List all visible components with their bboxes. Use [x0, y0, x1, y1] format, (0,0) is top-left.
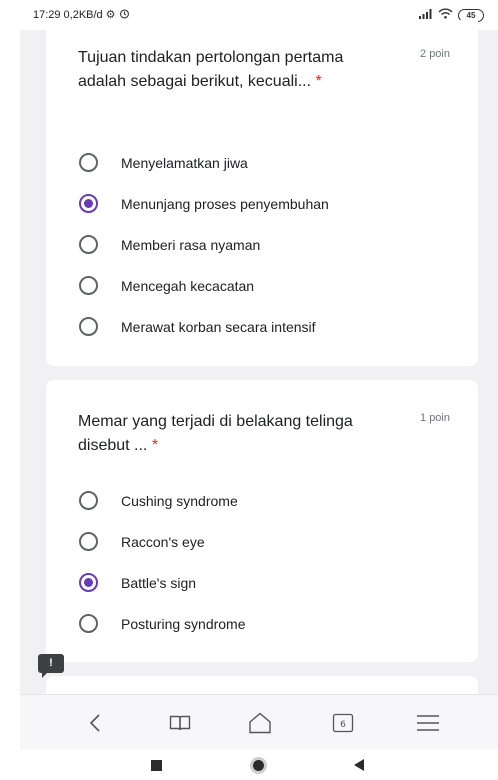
- question-card: Tujuan tindakan pertolongan pertama adal…: [46, 20, 478, 366]
- options-group: Menyelamatkan jiwa Menunjang proses peny…: [79, 142, 329, 347]
- option-label: Battle's sign: [121, 574, 197, 591]
- option-item[interactable]: Mencegah kecacatan: [79, 265, 329, 306]
- radio-button[interactable]: [79, 235, 98, 254]
- radio-button[interactable]: [79, 317, 98, 336]
- option-label: Mencegah kecacatan: [121, 277, 255, 294]
- hotspot-icon: ⚙: [105, 8, 116, 21]
- home-icon[interactable]: [245, 710, 275, 736]
- browser-nav-bar: 6: [20, 694, 498, 750]
- recents-icon[interactable]: [151, 760, 162, 771]
- tab-count: 6: [340, 720, 346, 730]
- option-item[interactable]: Battle's sign: [79, 562, 246, 603]
- question-title: Tujuan tindakan pertolongan pertama adal…: [78, 49, 344, 90]
- system-back-icon[interactable]: [354, 759, 364, 771]
- option-item[interactable]: Memberi rasa nyaman: [79, 224, 329, 265]
- option-label: Raccon's eye: [121, 533, 205, 550]
- bookmarks-icon[interactable]: [165, 710, 195, 736]
- browser-window: 17:29 0,2KB/d ⚙ 45 Tujuan tindakan perto…: [20, 0, 498, 780]
- option-item[interactable]: Cushing syndrome: [79, 480, 246, 521]
- option-label: Merawat korban secara intensif: [121, 318, 316, 335]
- tabs-icon[interactable]: 6: [328, 710, 358, 736]
- radio-button[interactable]: [79, 491, 98, 510]
- required-mark: *: [151, 437, 159, 454]
- radio-button[interactable]: [79, 614, 98, 633]
- option-label: Menunjang proses penyembuhan: [121, 195, 329, 212]
- question-points: 1 poin: [420, 412, 450, 424]
- radio-button-checked[interactable]: [79, 194, 98, 213]
- question-points: 2 poin: [420, 48, 450, 60]
- option-label: Menyelamatkan jiwa: [121, 154, 248, 171]
- option-label: Cushing syndrome: [121, 492, 238, 509]
- radio-button[interactable]: [79, 276, 98, 295]
- option-item[interactable]: Raccon's eye: [79, 521, 246, 562]
- option-item[interactable]: Merawat korban secara intensif: [79, 306, 329, 347]
- menu-icon[interactable]: [413, 710, 443, 736]
- option-item[interactable]: Posturing syndrome: [79, 603, 246, 644]
- required-mark: *: [315, 73, 322, 90]
- question-title: Memar yang terjadi di belakang telinga d…: [78, 413, 353, 454]
- radio-button[interactable]: [79, 532, 98, 551]
- back-icon[interactable]: [80, 710, 110, 736]
- system-home-icon[interactable]: [250, 757, 267, 774]
- radio-button-checked[interactable]: [79, 573, 98, 592]
- radio-button[interactable]: [79, 153, 98, 172]
- options-group: Cushing syndrome Raccon's eye Battle's s…: [79, 480, 246, 644]
- system-nav-bar: [20, 750, 498, 780]
- option-label: Posturing syndrome: [121, 615, 246, 632]
- option-item[interactable]: Menunjang proses penyembuhan: [79, 183, 329, 224]
- option-item[interactable]: Menyelamatkan jiwa: [79, 142, 329, 183]
- feedback-icon[interactable]: !: [38, 654, 64, 678]
- question-card: Memar yang terjadi di belakang telinga d…: [46, 380, 478, 662]
- option-label: Memberi rasa nyaman: [121, 236, 261, 253]
